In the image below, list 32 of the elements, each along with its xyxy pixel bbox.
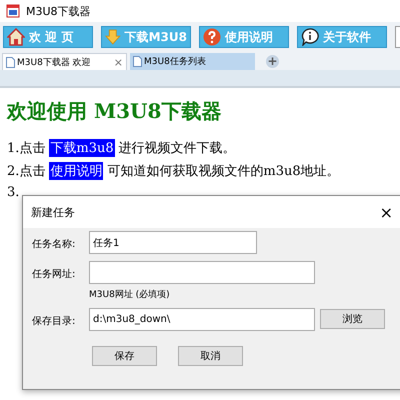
browse-button[interactable]: 浏览: [320, 309, 385, 329]
new-tab-button[interactable]: +: [266, 55, 279, 68]
tab[interactable]: M3U8下载器 欢迎 ×: [2, 53, 127, 70]
window-title: M3U8下载器: [26, 4, 91, 18]
close-button[interactable]: ×: [380, 202, 393, 222]
close-tab-button[interactable]: ×: [114, 56, 123, 68]
dialog-button[interactable]: 保存: [92, 346, 157, 366]
tab[interactable]: M3U8任务列表: [130, 53, 255, 70]
input-field[interactable]: d:\m3u8_down\: [89, 308, 315, 331]
step-number: 2.点击: [7, 163, 46, 180]
house-icon: [7, 28, 25, 46]
dialog-button[interactable]: 取消: [178, 346, 243, 366]
page-heading: 欢迎使用 M3U8下载器: [7, 98, 222, 125]
input-field[interactable]: 任务1: [89, 231, 257, 254]
field-label: 任务名称:: [32, 238, 76, 251]
highlighted-link[interactable]: 下载m3u8: [49, 139, 115, 157]
field-label: 保存目录:: [32, 315, 76, 328]
highlighted-link[interactable]: 使用说明: [49, 162, 104, 180]
step-text: 可知道如何获取视频文件的m3u8地址。: [107, 163, 340, 180]
input-field[interactable]: [89, 261, 315, 284]
field-label: 任务网址:: [32, 268, 76, 281]
step-text: 进行视频文件下载。: [118, 140, 236, 157]
help-icon: [203, 28, 221, 46]
page-icon: [133, 56, 142, 67]
field-hint: M3U8网址 (必填项): [89, 288, 171, 301]
down-arrow-icon: [105, 28, 121, 46]
step-number: 3.: [7, 185, 20, 200]
dialog-title: 新建任务: [31, 204, 75, 220]
app-icon: [6, 4, 20, 18]
info-icon: [301, 28, 319, 46]
step-number: 1.点击: [7, 140, 46, 157]
page-icon: [6, 56, 15, 68]
